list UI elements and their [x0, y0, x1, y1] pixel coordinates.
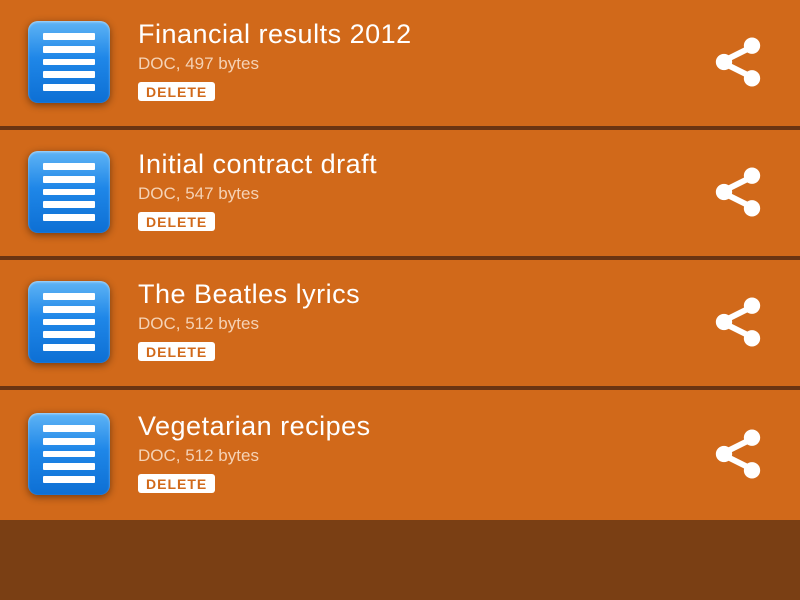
document-icon [28, 281, 110, 363]
delete-button[interactable]: DELETE [138, 342, 215, 361]
file-list: Financial results 2012 DOC, 497 bytes DE… [0, 0, 800, 520]
footer-bar [0, 520, 800, 600]
share-icon[interactable] [710, 164, 766, 220]
delete-button[interactable]: DELETE [138, 82, 215, 101]
file-title: Initial contract draft [138, 150, 710, 180]
file-title: Financial results 2012 [138, 20, 710, 50]
list-item[interactable]: Financial results 2012 DOC, 497 bytes DE… [0, 0, 800, 130]
share-icon[interactable] [710, 294, 766, 350]
list-item[interactable]: Initial contract draft DOC, 547 bytes DE… [0, 130, 800, 260]
file-info: Financial results 2012 DOC, 497 bytes DE… [110, 22, 710, 102]
file-info: The Beatles lyrics DOC, 512 bytes DELETE [110, 282, 710, 362]
list-item[interactable]: Vegetarian recipes DOC, 512 bytes DELETE [0, 390, 800, 520]
document-icon [28, 151, 110, 233]
file-meta: DOC, 512 bytes [138, 314, 710, 334]
delete-button[interactable]: DELETE [138, 474, 215, 493]
file-title: Vegetarian recipes [138, 412, 710, 442]
file-meta: DOC, 512 bytes [138, 446, 710, 466]
share-icon[interactable] [710, 426, 766, 482]
list-item[interactable]: The Beatles lyrics DOC, 512 bytes DELETE [0, 260, 800, 390]
file-title: The Beatles lyrics [138, 280, 710, 310]
document-icon [28, 21, 110, 103]
file-info: Vegetarian recipes DOC, 512 bytes DELETE [110, 414, 710, 494]
share-icon[interactable] [710, 34, 766, 90]
document-icon [28, 413, 110, 495]
file-meta: DOC, 547 bytes [138, 184, 710, 204]
file-info: Initial contract draft DOC, 547 bytes DE… [110, 152, 710, 232]
delete-button[interactable]: DELETE [138, 212, 215, 231]
file-meta: DOC, 497 bytes [138, 54, 710, 74]
